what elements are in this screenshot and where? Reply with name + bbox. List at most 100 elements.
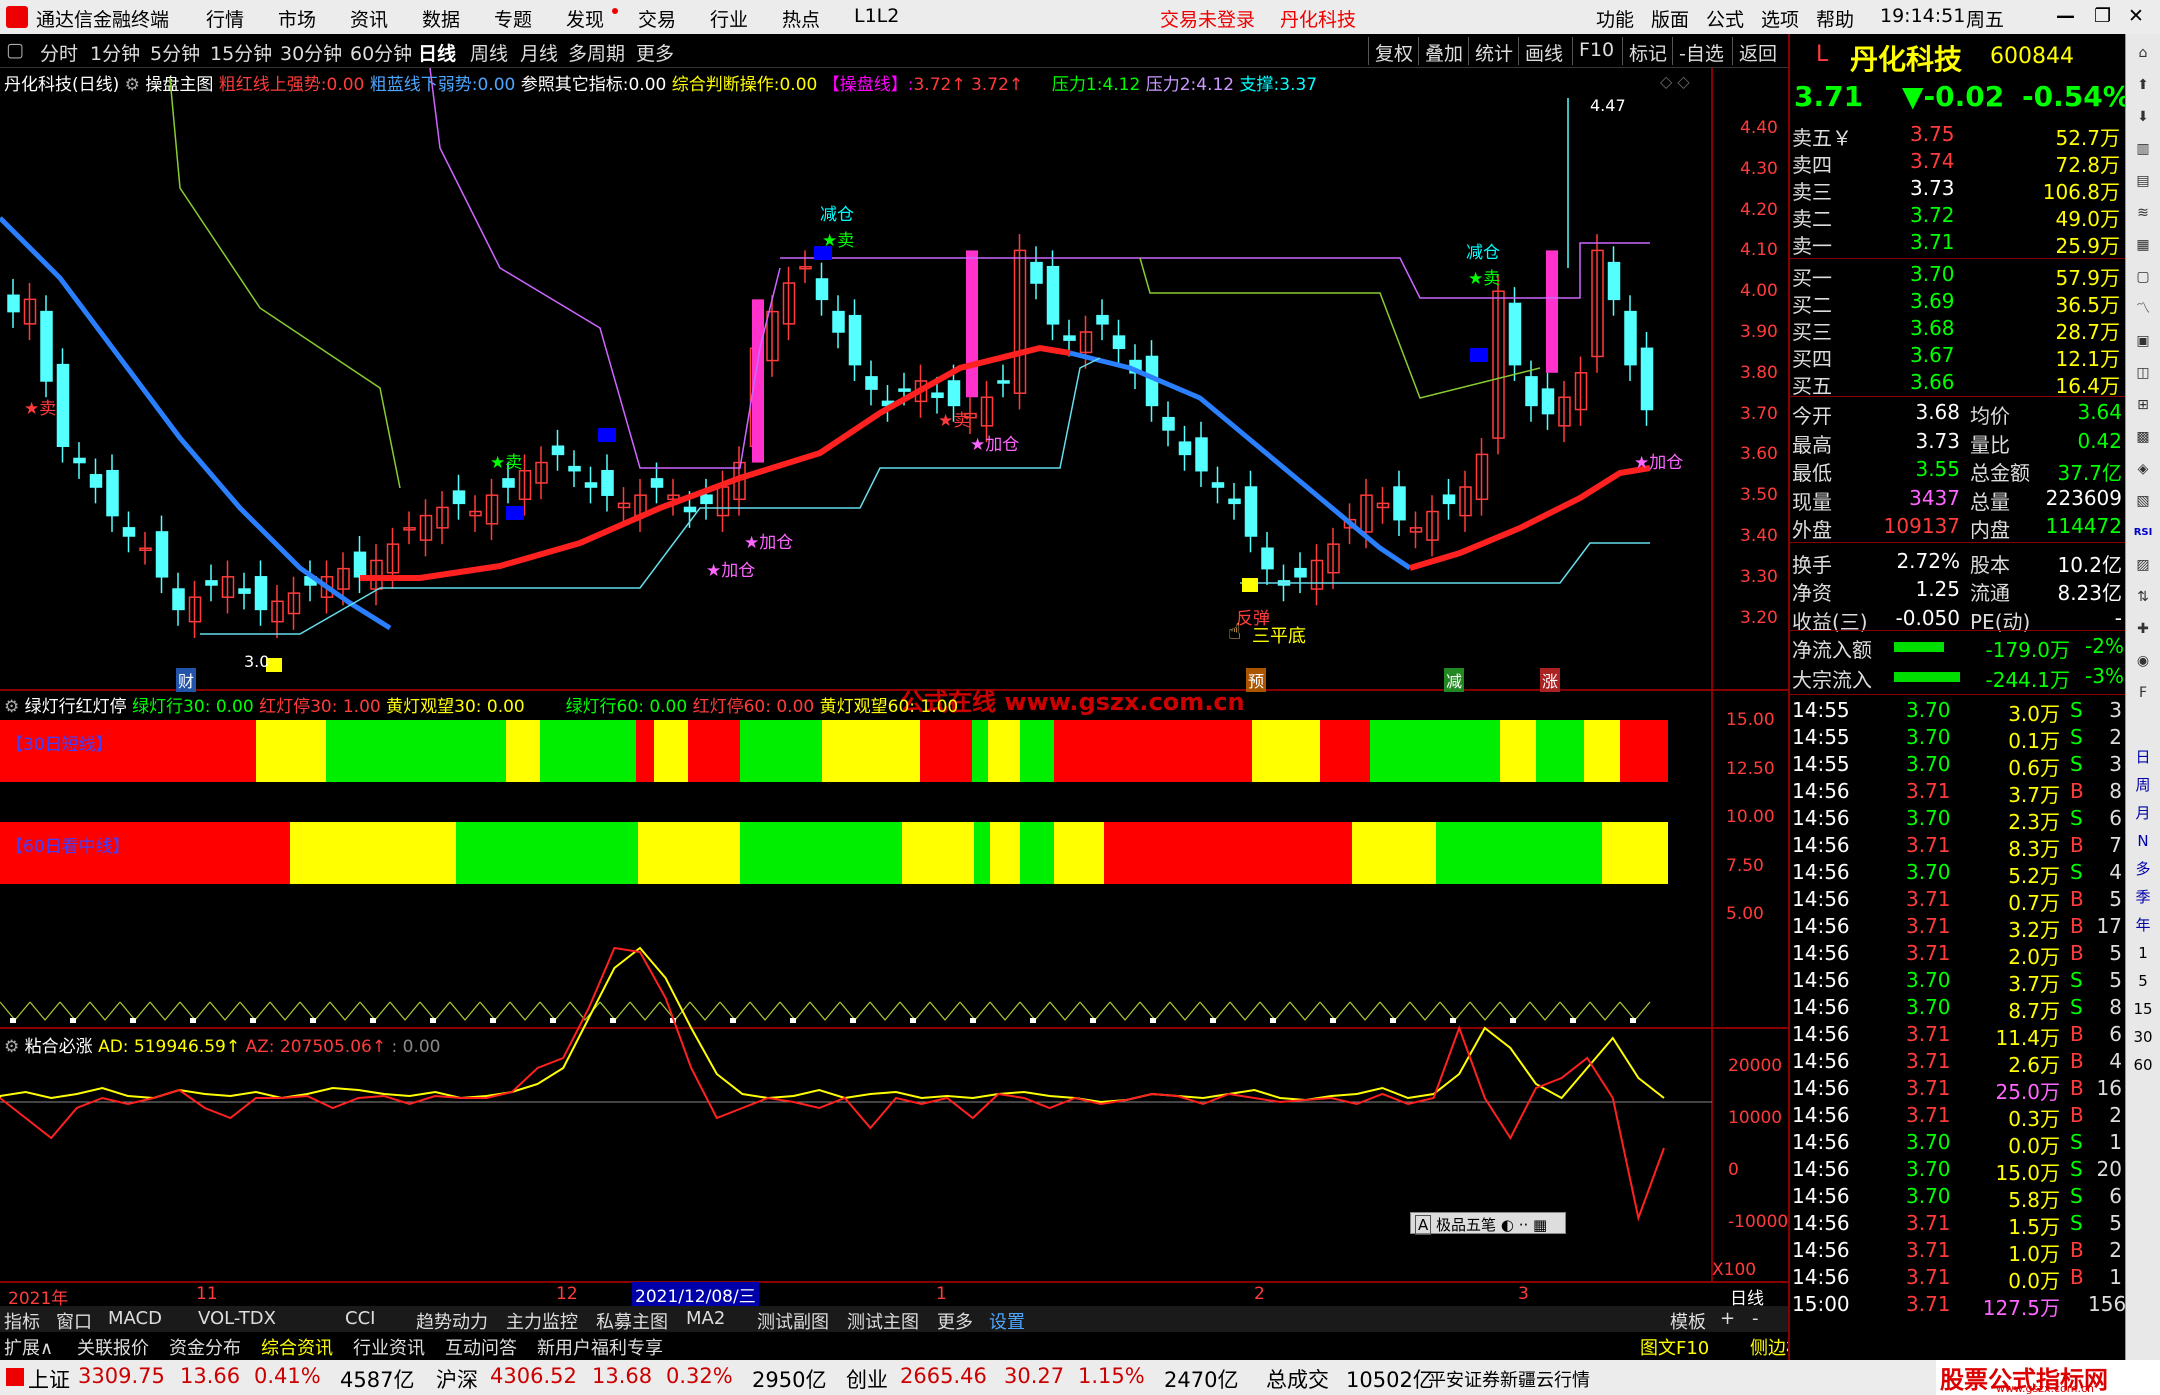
hs-label[interactable]: 沪深	[436, 1364, 478, 1394]
ext-tab-4[interactable]: 行业资讯	[353, 1334, 425, 1360]
sidebar-tool-icon[interactable]: ⌂	[2130, 40, 2156, 66]
sidebar-tool-icon[interactable]: ⇅	[2130, 584, 2156, 610]
indicator-tab-11[interactable]: 更多	[937, 1308, 973, 1334]
menu-layout[interactable]: 版面	[1651, 5, 1689, 32]
sidebar-tool-icon[interactable]: ✚	[2130, 616, 2156, 642]
settings-icon[interactable]: ⚙	[4, 1037, 19, 1057]
toolbar-btn-2[interactable]: 统计	[1468, 37, 1519, 65]
sidebar-tool-icon[interactable]: ◉	[2130, 648, 2156, 674]
toolbar-btn-4[interactable]: F10	[1572, 37, 1620, 65]
sidebar-tool-icon[interactable]: ▦	[2130, 232, 2156, 258]
cy-label[interactable]: 创业	[846, 1364, 888, 1394]
bids-price[interactable]: 3.66	[1910, 370, 1955, 394]
bids-price[interactable]: 3.69	[1910, 289, 1955, 313]
toolbar-btn-3[interactable]: 画线	[1518, 37, 1569, 65]
period-tab-4[interactable]: 30分钟	[280, 39, 342, 66]
bids-price[interactable]: 3.68	[1910, 316, 1955, 340]
ext-tab-3[interactable]: 综合资讯	[261, 1334, 333, 1360]
sidebar-tool-icon[interactable]: ▢	[2130, 264, 2156, 290]
period-tab-7[interactable]: 周线	[470, 39, 508, 66]
toolbar-btn-1[interactable]: 叠加	[1418, 37, 1469, 65]
collapse-icon[interactable]: ▢	[6, 39, 24, 61]
ext-tab-1[interactable]: 关联报价	[77, 1334, 149, 1360]
minimize-icon[interactable]: —	[2056, 5, 2075, 27]
sidebar-tool-icon[interactable]: ▧	[2130, 488, 2156, 514]
settings-icon[interactable]: ⚙	[4, 697, 19, 717]
sidebar-period-2[interactable]: 日	[2130, 744, 2156, 770]
sidebar-tool-icon[interactable]: ≋	[2130, 200, 2156, 226]
sidebar-tool-icon[interactable]: ⬆	[2130, 72, 2156, 98]
ime-a-icon[interactable]: A	[1415, 1215, 1432, 1235]
indicator-tab-8[interactable]: MA2	[686, 1308, 725, 1329]
indicator-tab-0[interactable]: 指标	[4, 1308, 40, 1334]
indicator-tab-6[interactable]: 主力监控	[506, 1308, 578, 1334]
indicator-tab-5[interactable]: 趋势动力	[416, 1308, 488, 1334]
sidebar-tool-icon[interactable]: 〽	[2130, 296, 2156, 322]
menu-industry[interactable]: 行业	[710, 5, 748, 32]
sidebar-tool-icon[interactable]: ▩	[2130, 424, 2156, 450]
ext-tab-2[interactable]: 资金分布	[169, 1334, 241, 1360]
menu-quotes[interactable]: 行情	[206, 5, 244, 32]
sidebar-period-13[interactable]: 60	[2130, 1052, 2156, 1078]
indicator-tab-3[interactable]: VOL-TDX	[198, 1308, 276, 1329]
menu-discover[interactable]: 发现	[566, 5, 604, 32]
close-icon[interactable]: ✕	[2128, 5, 2144, 27]
indicator-tab-4[interactable]: CCI	[345, 1308, 375, 1329]
ext-tab-6[interactable]: 新用户福利专享	[537, 1334, 663, 1360]
sub2-name[interactable]: 粘合必涨	[25, 1037, 93, 1057]
menu-news[interactable]: 资讯	[350, 5, 388, 32]
sub1-name[interactable]: 绿灯行红灯停	[25, 697, 127, 717]
menu-options[interactable]: 选项	[1761, 5, 1799, 32]
bids-price[interactable]: 3.67	[1910, 343, 1955, 367]
menu-formula[interactable]: 公式	[1706, 5, 1744, 32]
sidebar-tool-icon[interactable]: RSI	[2130, 520, 2156, 546]
tab-right-2[interactable]: -	[1752, 1308, 1759, 1329]
period-tab-0[interactable]: 分时	[40, 39, 78, 66]
menu-l1l2[interactable]: L1L2	[854, 5, 899, 27]
period-tab-1[interactable]: 1分钟	[90, 39, 140, 66]
menu-market[interactable]: 市场	[278, 5, 316, 32]
indicator-tab-7[interactable]: 私募主图	[596, 1308, 668, 1334]
sidebar-tool-icon[interactable]: ⊞	[2130, 392, 2156, 418]
login-status[interactable]: 交易未登录	[1160, 5, 1255, 32]
period-tab-2[interactable]: 5分钟	[150, 39, 200, 66]
sidebar-tool-icon[interactable]: ▣	[2130, 328, 2156, 354]
sidebar-period-11[interactable]: 15	[2130, 996, 2156, 1022]
menu-function[interactable]: 功能	[1596, 5, 1634, 32]
sidebar-tool-icon[interactable]: ◫	[2130, 360, 2156, 386]
indicator-tab-12[interactable]: 设置	[989, 1308, 1025, 1334]
menu-data[interactable]: 数据	[422, 5, 460, 32]
menu-hot[interactable]: 热点	[782, 5, 820, 32]
period-tab-3[interactable]: 15分钟	[210, 39, 272, 66]
period-tab-6[interactable]: 日线	[418, 39, 456, 66]
sh-label[interactable]: 上证	[28, 1364, 70, 1394]
period-tab-8[interactable]: 月线	[520, 39, 558, 66]
sidebar-tool-icon[interactable]: ◈	[2130, 456, 2156, 482]
period-tab-10[interactable]: 更多	[636, 39, 674, 66]
tab-right-0[interactable]: 模板	[1670, 1308, 1706, 1334]
sidebar-period-4[interactable]: 月	[2130, 800, 2156, 826]
toolbar-btn-6[interactable]: -自选	[1672, 37, 1730, 65]
toolbar-btn-7[interactable]: 返回	[1732, 37, 1783, 65]
tab-right-1[interactable]: +	[1720, 1308, 1735, 1329]
ext-tab-0[interactable]: 扩展∧	[4, 1334, 53, 1360]
indicator-tab-2[interactable]: MACD	[108, 1308, 162, 1329]
sidebar-period-6[interactable]: 多	[2130, 856, 2156, 882]
sidebar-period-8[interactable]: 年	[2130, 912, 2156, 938]
asks-price[interactable]: 3.74	[1910, 149, 1955, 173]
sidebar-tool-icon[interactable]: ⬇	[2130, 104, 2156, 130]
sidebar-period-7[interactable]: 季	[2130, 884, 2156, 910]
menu-trade[interactable]: 交易	[638, 5, 676, 32]
sidebar-tool-icon[interactable]: ▤	[2130, 168, 2156, 194]
asks-price[interactable]: 3.73	[1910, 176, 1955, 200]
period-tab-9[interactable]: 多周期	[568, 39, 625, 66]
sidebar-period-3[interactable]: 周	[2130, 772, 2156, 798]
sidebar-period-10[interactable]: 5	[2130, 968, 2156, 994]
period-tab-5[interactable]: 60分钟	[350, 39, 412, 66]
asks-price[interactable]: 3.71	[1910, 230, 1955, 254]
sidebar-period-9[interactable]: 1	[2130, 940, 2156, 966]
bids-price[interactable]: 3.70	[1910, 262, 1955, 286]
toolbar-btn-5[interactable]: 标记	[1622, 37, 1673, 65]
indicator-tab-1[interactable]: 窗口	[56, 1308, 92, 1334]
ime-moon-icon[interactable]: ◐ ·· ▦	[1501, 1216, 1547, 1234]
